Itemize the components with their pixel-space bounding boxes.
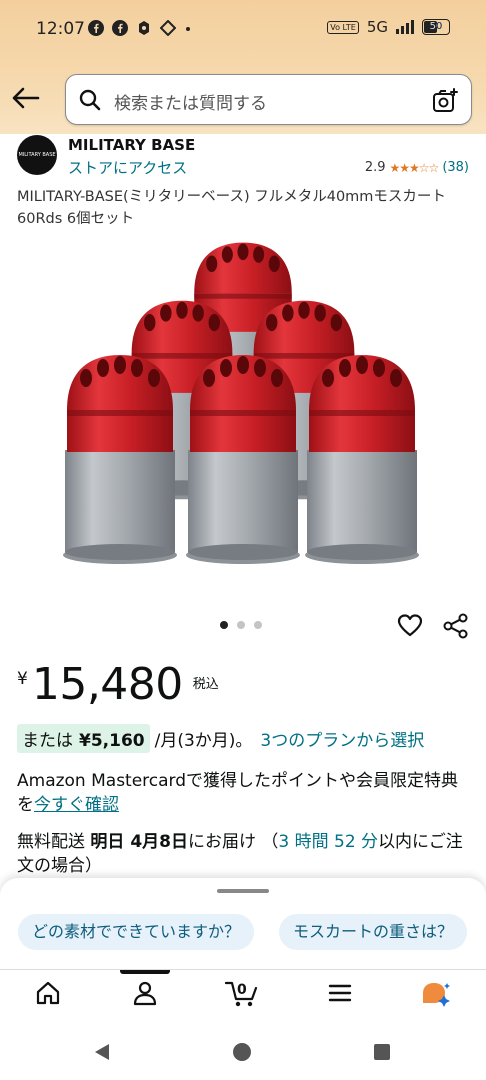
delivery-suffix: にお届け [187, 832, 256, 852]
tab-menu[interactable] [310, 980, 370, 1020]
share-icon[interactable] [443, 613, 469, 639]
installment-highlight: または ¥5,160 [17, 724, 150, 753]
bottom-tab-bar [0, 970, 486, 1026]
screen: 12:07 Vo LTE 5G 50 検索または質問する MILITARY BA… [0, 0, 486, 1080]
facebook-icon [112, 20, 128, 36]
price-block: ¥ 15,480 税込 [17, 659, 219, 711]
diamond-icon [160, 20, 176, 36]
rating-count[interactable]: (38) [442, 160, 469, 175]
installment-prefix: または [22, 731, 73, 751]
grenade-front-left [63, 355, 177, 564]
installment-row: または ¥5,160 /月(3か月)。 3つのプランから選択 [17, 724, 424, 753]
cart-count: 0 [237, 982, 247, 998]
grenade-front-center [186, 355, 300, 564]
installment-amount: ¥5,160 [79, 731, 145, 751]
system-navigation-bar [0, 1026, 486, 1080]
nav-recents-icon[interactable] [373, 1043, 391, 1061]
installment-term: /月(3か月)。 [154, 731, 253, 751]
visit-store-link[interactable]: ストアにアクセス [68, 157, 187, 178]
sheet-drag-handle[interactable] [217, 889, 269, 893]
delivery-date: 明日 4月8日 [90, 832, 188, 852]
nav-back-icon[interactable] [92, 1042, 112, 1062]
countdown-open: （ [261, 832, 279, 852]
rufus-icon [423, 983, 450, 1007]
app-icon [139, 21, 149, 35]
shipping-prefix: 無料配送 [17, 832, 85, 852]
account-icon [133, 981, 157, 1006]
price-amount: 15,480 [31, 659, 183, 710]
signal-icon [396, 20, 414, 34]
suggestion-chip-weight[interactable]: モスカートの重さは？ [279, 914, 468, 950]
notification-icons [88, 20, 192, 36]
product-image[interactable] [60, 238, 422, 578]
tab-home[interactable] [18, 980, 78, 1020]
carousel-dot[interactable] [220, 621, 228, 629]
search-input[interactable]: 検索または質問する [114, 89, 267, 114]
system-status: Vo LTE 5G 50 [327, 18, 450, 36]
seller-logo-text: MILITARY BASE [18, 152, 56, 158]
order-countdown: 3 時間 52 分 [278, 832, 379, 852]
product-title: MILITARY-BASE(ミリタリーベース) フルメタル40mmモスカート 6… [17, 189, 446, 227]
network-label: 5G [366, 18, 388, 36]
star-rating-icon: ★★★☆☆ [389, 160, 440, 175]
dot-icon [186, 27, 190, 31]
mastercard-promo: Amazon Mastercardで獲得したポイントや会員限定特典を今すぐ確認 [17, 769, 472, 817]
app-header: 12:07 Vo LTE 5G 50 検索または質問する [0, 0, 486, 134]
price-currency: ¥ [17, 669, 28, 689]
home-icon [36, 981, 60, 1005]
mastercard-link[interactable]: 今すぐ確認 [34, 795, 119, 815]
seller-logo[interactable]: MILITARY BASE [17, 135, 57, 175]
menu-icon [328, 984, 352, 1002]
suggestion-chip-material[interactable]: どの素材でできていますか？ [18, 914, 255, 950]
nav-home-icon[interactable] [232, 1042, 252, 1062]
image-carousel-dots[interactable] [220, 621, 262, 629]
seller-name: MILITARY BASE [68, 136, 196, 154]
camera-search-icon[interactable] [431, 87, 459, 115]
heart-icon[interactable] [397, 613, 423, 639]
shipping-info: 無料配送 明日 4月8日にお届け （3 時間 52 分以内にご注文の場合） [17, 830, 472, 878]
suggestion-sheet: どの素材でできていますか？ モスカートの重さは？ [0, 878, 486, 970]
tax-label: 税込 [192, 677, 219, 692]
active-tab-indicator [120, 970, 170, 974]
volte-icon: Vo LTE [327, 20, 359, 34]
carousel-dot[interactable] [237, 621, 245, 629]
carousel-dot[interactable] [254, 621, 262, 629]
tab-account[interactable] [115, 980, 175, 1020]
battery-level: 50 [429, 21, 443, 32]
facebook-icon [88, 20, 104, 36]
installment-plans-link[interactable]: 3つのプランから選択 [260, 726, 424, 751]
search-icon [79, 89, 101, 111]
tab-rufus[interactable] [406, 980, 466, 1020]
status-bar: 12:07 Vo LTE 5G 50 [0, 0, 486, 62]
rating-value: 2.9 [364, 160, 386, 175]
status-time: 12:07 [36, 19, 85, 39]
battery-icon: 50 [422, 19, 450, 35]
rating-summary[interactable]: 2.9 ★★★☆☆ (38) [365, 160, 469, 175]
search-bar[interactable]: 検索または質問する [65, 74, 472, 125]
grenade-front-right [305, 355, 419, 564]
back-arrow-icon[interactable] [10, 84, 42, 112]
